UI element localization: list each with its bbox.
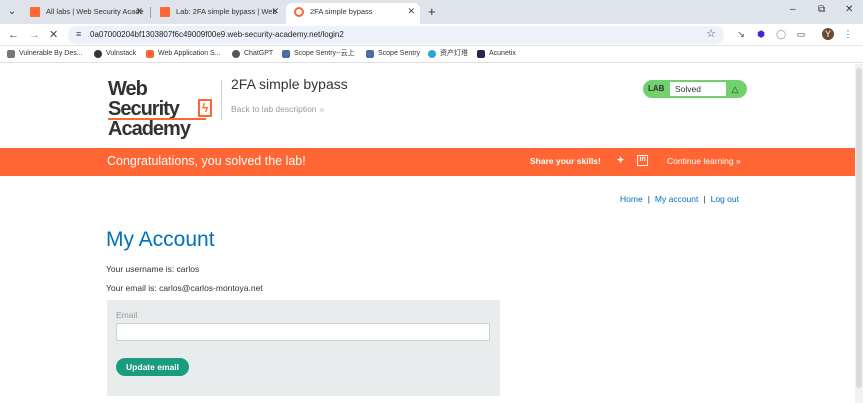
portswigger-favicon-icon: [160, 7, 170, 17]
back-arrow-icon[interactable]: ←: [8, 27, 19, 43]
url-text[interactable]: 0a07000204bf1303807f6c49009f00e9.web-sec…: [90, 29, 344, 41]
extensions-puzzle-icon[interactable]: ▭: [795, 28, 807, 40]
lab-title: 2FA simple bypass: [231, 76, 348, 92]
linkedin-icon[interactable]: in: [637, 155, 648, 166]
tab-search-icon[interactable]: ⌄: [4, 4, 20, 20]
header-divider: [221, 80, 222, 120]
tab-title: All labs | Web Security Acade: [46, 7, 144, 16]
email-label: Email: [116, 310, 138, 320]
email-field[interactable]: [116, 323, 490, 341]
minimize-icon[interactable]: –: [790, 4, 796, 15]
scrollbar-thumb[interactable]: [856, 68, 862, 388]
twitter-icon[interactable]: ✦: [615, 155, 626, 166]
bookmark-label: Web Application S...: [158, 50, 221, 57]
stop-loading-icon[interactable]: ✕: [49, 27, 58, 43]
back-link-label: Back to lab description: [231, 104, 317, 114]
nav-separator: |: [703, 194, 706, 204]
username-text: Your username is: carlos: [106, 264, 200, 274]
bookmark-label: Scope Sentry: [378, 50, 421, 57]
logo-underline: [108, 118, 206, 120]
forward-arrow-icon[interactable]: →: [29, 27, 40, 43]
account-nav: Home | My account | Log out: [620, 194, 739, 204]
menu-kebab-icon[interactable]: ⋮: [842, 28, 854, 40]
bookmark-label: ChatGPT: [244, 50, 274, 57]
logo-line-2: Academy: [108, 118, 191, 140]
continue-learning-label: Continue learning: [667, 156, 734, 166]
bookmark-label: Vulnstack: [106, 50, 137, 57]
double-chevron-right-icon: »: [319, 104, 325, 114]
bookmark-label: Scope Sentry--云上: [294, 50, 355, 57]
bookmarks-bar: Vulnerable By Des... Vulnstack Web Appli…: [0, 46, 863, 63]
close-icon[interactable]: ✕: [135, 3, 143, 20]
email-text: Your email is: carlos@carlos-montoya.net: [106, 283, 263, 293]
bookmark-item[interactable]: Vulnerable By Des...: [7, 48, 83, 60]
restore-icon[interactable]: ⧉: [818, 4, 825, 15]
window-close-icon[interactable]: ✕: [845, 4, 853, 15]
tab-all-labs[interactable]: All labs | Web Security Acade ✕: [22, 3, 148, 24]
lab-status-badge: LAB Solved △: [643, 80, 747, 98]
bookmark-item[interactable]: Scope Sentry: [366, 48, 420, 60]
browser-toolbar: ← → ✕ ≡ 0a07000204bf1303807f6c49009f00e9…: [0, 24, 863, 46]
share-skills-text: Share your skills!: [530, 156, 601, 166]
web-security-academy-logo[interactable]: Web Security Academy ϟ: [108, 79, 220, 139]
tab-title: 2FA simple bypass: [310, 7, 373, 16]
close-icon[interactable]: ✕: [271, 3, 279, 20]
tab-lab-description[interactable]: Lab: 2FA simple bypass | Web ✕: [152, 3, 284, 24]
bookmark-favicon-icon: [232, 50, 240, 58]
bookmark-favicon-icon: [7, 50, 15, 58]
bookmark-item[interactable]: Web Application S...: [146, 48, 221, 60]
address-bar[interactable]: ≡ 0a07000204bf1303807f6c49009f00e9.web-s…: [68, 26, 724, 44]
log-out-link[interactable]: Log out: [711, 194, 739, 204]
bookmark-label: Vulnerable By Des...: [19, 50, 83, 57]
extension-circle-icon[interactable]: ◯: [775, 28, 787, 40]
bookmark-label: 资产灯塔: [440, 50, 468, 57]
double-chevron-right-icon: »: [736, 156, 741, 166]
extension-hexagon-icon[interactable]: ⬢: [755, 28, 767, 40]
extension-icon[interactable]: ↘: [735, 28, 747, 40]
bookmark-favicon-icon: [428, 50, 436, 58]
tab-separator: [150, 7, 151, 18]
bookmark-favicon-icon: [94, 50, 102, 58]
bookmark-star-icon[interactable]: ☆: [706, 27, 716, 40]
tab-strip: ⌄ All labs | Web Security Acade ✕ Lab: 2…: [0, 0, 863, 24]
continue-learning-link[interactable]: Continue learning »: [667, 156, 741, 166]
site-info-icon[interactable]: ≡: [76, 29, 81, 39]
bookmark-item[interactable]: Scope Sentry--云上: [282, 48, 355, 60]
bookmark-item[interactable]: Acunetix: [477, 48, 516, 60]
close-icon[interactable]: ✕: [407, 3, 415, 20]
bookmark-favicon-icon: [282, 50, 290, 58]
bookmark-item[interactable]: Vulnstack: [94, 48, 136, 60]
status-label: LAB: [648, 84, 665, 93]
bookmark-favicon-icon: [366, 50, 374, 58]
bookmark-label: Acunetix: [489, 50, 516, 57]
home-link[interactable]: Home: [620, 194, 643, 204]
bookmark-item[interactable]: ChatGPT: [232, 48, 273, 60]
page-viewport: Web Security Academy ϟ 2FA simple bypass…: [0, 64, 855, 403]
page-favicon-icon: [294, 7, 304, 17]
tab-title: Lab: 2FA simple bypass | Web: [176, 7, 277, 16]
logo-lightning-icon: ϟ: [198, 99, 212, 117]
page-scrollbar[interactable]: [855, 64, 863, 403]
my-account-link[interactable]: My account: [655, 194, 698, 204]
solved-banner: Congratulations, you solved the lab! Sha…: [0, 148, 855, 176]
update-email-form: Email Update email: [107, 300, 500, 396]
bookmark-favicon-icon: [477, 50, 485, 58]
nav-separator: |: [647, 194, 650, 204]
bookmark-item[interactable]: 资产灯塔: [428, 48, 468, 60]
page-title: My Account: [106, 228, 215, 251]
status-value: Solved: [670, 82, 726, 96]
congratulations-text: Congratulations, you solved the lab!: [107, 154, 306, 168]
portswigger-favicon-icon: [30, 7, 40, 17]
profile-avatar[interactable]: Y: [822, 28, 834, 40]
bookmark-favicon-icon: [146, 50, 154, 58]
back-to-lab-description-link[interactable]: Back to lab description»: [231, 104, 324, 114]
flask-icon: △: [731, 84, 739, 94]
update-email-button[interactable]: Update email: [116, 358, 189, 376]
new-tab-button[interactable]: +: [428, 4, 436, 19]
tab-2fa-simple-bypass[interactable]: 2FA simple bypass ✕: [286, 3, 420, 24]
